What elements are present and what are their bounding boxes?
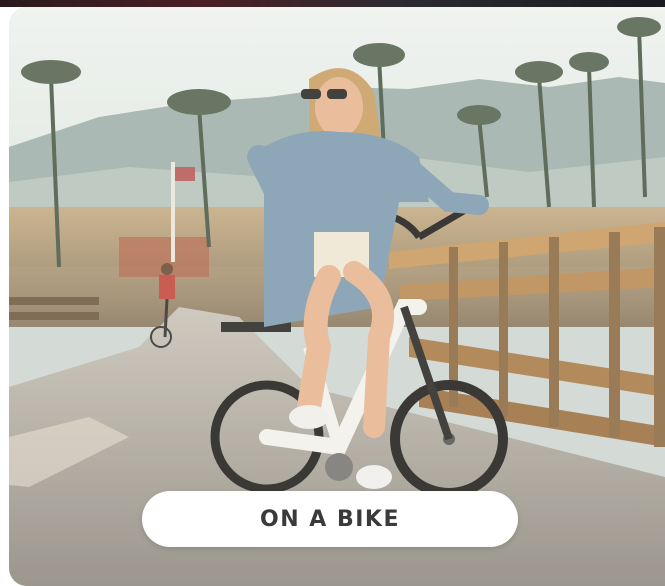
card-label: ON A BIKE [260, 506, 400, 532]
left-rail [0, 7, 9, 586]
top-header-strip [0, 0, 665, 7]
card-label-pill[interactable]: ON A BIKE [142, 491, 518, 547]
